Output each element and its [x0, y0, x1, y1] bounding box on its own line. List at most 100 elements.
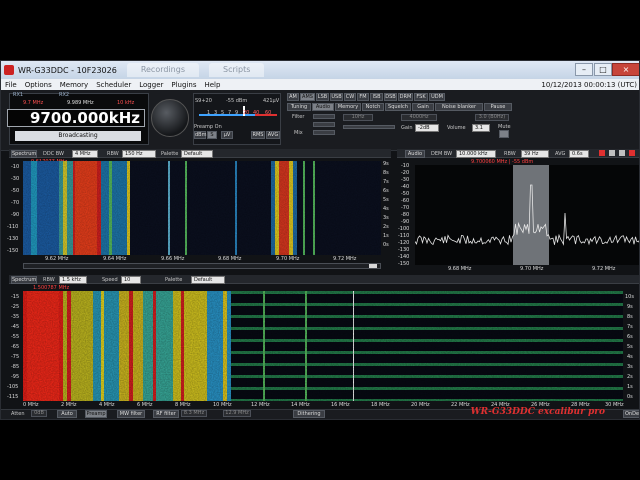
dem-bw-select[interactable]: 10.000 kHz — [456, 150, 496, 158]
ddc-rbw-select[interactable]: 150 Hz — [122, 150, 156, 158]
rf-filter-high[interactable]: 12.9 MHz — [223, 410, 251, 417]
filter-width-input[interactable]: 3.0 (B0Hz) — [475, 114, 509, 121]
maximize-button[interactable]: □ — [594, 63, 612, 76]
rx1-label: RX1 — [13, 92, 24, 98]
tab-tuning[interactable]: Tuning — [287, 103, 311, 111]
filter-slider-b[interactable] — [313, 122, 335, 127]
ddc-time-tick: 5s — [383, 197, 389, 203]
wide-y-tick: -75 — [11, 354, 20, 360]
minimize-button[interactable]: – — [575, 63, 593, 76]
mode-dsb-button[interactable]: DSB — [384, 93, 397, 101]
mode-am-button[interactable]: AM — [287, 93, 299, 101]
audio-avg-label: AVG — [555, 151, 566, 157]
menu-help[interactable]: Help — [200, 81, 224, 89]
filter-slider-c[interactable] — [313, 130, 335, 135]
rx2-frequency[interactable]: 9.989 MHz — [67, 100, 94, 106]
audio-rbw-select[interactable]: 39 Hz — [521, 150, 549, 158]
wide-time-tick: 10s — [625, 294, 634, 300]
wide-rbw-select[interactable]: 1.5 kHz — [59, 276, 87, 284]
ddc-x-tick: 9.72 MHz — [333, 256, 357, 262]
unit-dbm-button[interactable]: dBm — [194, 131, 206, 139]
rx2-offset: 10 kHz — [117, 100, 135, 106]
ddc-x-tick: 9.68 MHz — [218, 256, 242, 262]
menu-file[interactable]: File — [1, 81, 21, 89]
audio-avg-select[interactable]: 0.6s — [569, 150, 589, 158]
wide-time-tick: 6s — [627, 334, 633, 340]
mode-ams-button[interactable]: AMS — [300, 93, 315, 101]
close-button[interactable]: × — [612, 63, 639, 76]
gain-slider[interactable] — [343, 125, 395, 129]
rx1-frequency[interactable]: 9.7 MHz — [23, 100, 43, 106]
tab-notch[interactable]: Notch — [362, 103, 384, 111]
gain-select[interactable]: -2dB — [415, 124, 439, 132]
wide-x-tick: 22 MHz — [451, 402, 470, 408]
main-frequency[interactable]: 9700.000kHz — [7, 109, 145, 127]
preamp-button[interactable]: Preamp — [85, 410, 107, 418]
menu-plugins[interactable]: Plugins — [167, 81, 200, 89]
mute-checkbox[interactable] — [499, 130, 509, 138]
audio-y-tick: -90 — [401, 219, 410, 225]
tab-squelch[interactable]: Squelch — [385, 103, 411, 111]
rf-filter-low[interactable]: 8.3 MHz — [181, 410, 207, 417]
tuning-knob[interactable] — [151, 99, 189, 137]
speed-label: Speed — [102, 277, 118, 283]
tab-pause[interactable]: Pause — [484, 103, 512, 111]
unit-uv-button[interactable]: µV — [221, 131, 233, 139]
mode-isb-button[interactable]: ISB — [370, 93, 383, 101]
mode-lsb-button[interactable]: LSB — [316, 93, 329, 101]
ghost-tab-recordings[interactable]: Recordings — [126, 63, 199, 77]
s-scale-3: 3 — [214, 110, 218, 116]
volume-value[interactable]: 3.1 — [472, 124, 490, 132]
wide-x-tick: 8 MHz — [175, 402, 191, 408]
atten-auto-button[interactable]: Auto — [57, 410, 77, 418]
tab-gain[interactable]: Gain — [412, 103, 434, 111]
mode-drm-button[interactable]: DRM — [398, 93, 413, 101]
filter-slider-a[interactable] — [313, 114, 335, 119]
on-demand-button[interactable]: OnDe — [623, 410, 639, 418]
mode-usb-button[interactable]: USB — [330, 93, 343, 101]
atten-value[interactable]: 0dB — [31, 410, 47, 417]
tab-memory[interactable]: Memory — [335, 103, 361, 111]
flag-icon[interactable] — [629, 150, 635, 156]
dithering-button[interactable]: Dithering — [293, 410, 325, 418]
menu-options[interactable]: Options — [21, 81, 56, 89]
ddc-time-tick: 9s — [383, 161, 389, 167]
rms-button[interactable]: RMS — [251, 131, 265, 139]
ddc-scrollbar[interactable] — [23, 263, 381, 269]
ddc-palette-select[interactable]: Default — [181, 150, 213, 158]
menu-scheduler[interactable]: Scheduler — [92, 81, 135, 89]
tab-audio[interactable]: Audio — [312, 103, 334, 111]
filter-low-input[interactable]: 10Hz — [343, 114, 373, 121]
audio-x-tick: 9.72 MHz — [592, 266, 616, 272]
wide-spectrum-button[interactable]: Spectrum — [11, 276, 37, 284]
wide-palette-select[interactable]: Default — [191, 276, 225, 284]
audio-button[interactable]: Audio — [405, 150, 425, 158]
wide-y-tick: -65 — [11, 344, 20, 350]
avg-button[interactable]: AVG — [266, 131, 280, 139]
filter-high-input[interactable]: 4000Hz — [401, 114, 437, 121]
ddc-spectrum-button[interactable]: Spectrum — [11, 150, 37, 158]
unit-s-button[interactable]: S — [207, 131, 217, 139]
menu-memory[interactable]: Memory — [56, 81, 92, 89]
mode-fsk-button[interactable]: FSK — [414, 93, 428, 101]
zoom-icon[interactable] — [619, 150, 625, 156]
ddc-rbw-label: RBW — [107, 151, 119, 157]
menu-logger[interactable]: Logger — [135, 81, 167, 89]
mode-fm-button[interactable]: FM — [357, 93, 369, 101]
audio-spectrum-plot[interactable] — [415, 165, 639, 265]
mw-filter-button[interactable]: MW filter — [117, 410, 145, 418]
mode-udm-button[interactable]: UDM — [429, 93, 445, 101]
speed-select[interactable]: 10 — [121, 276, 141, 284]
ghost-tab-scripts[interactable]: Scripts — [209, 63, 265, 77]
wideband-waterfall[interactable] — [23, 291, 623, 401]
marker-icon[interactable] — [599, 150, 605, 156]
atten-label: Atten — [11, 411, 25, 417]
ddc-waterfall[interactable] — [23, 161, 381, 255]
settings-icon[interactable] — [609, 150, 615, 156]
ddc-scroll-thumb[interactable] — [369, 264, 377, 268]
wide-x-tick: 30 MHz — [605, 402, 624, 408]
tab-noise-blanker[interactable]: Noise blanker — [435, 103, 483, 111]
rf-filter-button[interactable]: RF filter — [153, 410, 179, 418]
mode-cw-button[interactable]: CW — [344, 93, 356, 101]
ddc-bw-select[interactable]: 4 MHz — [72, 150, 98, 158]
